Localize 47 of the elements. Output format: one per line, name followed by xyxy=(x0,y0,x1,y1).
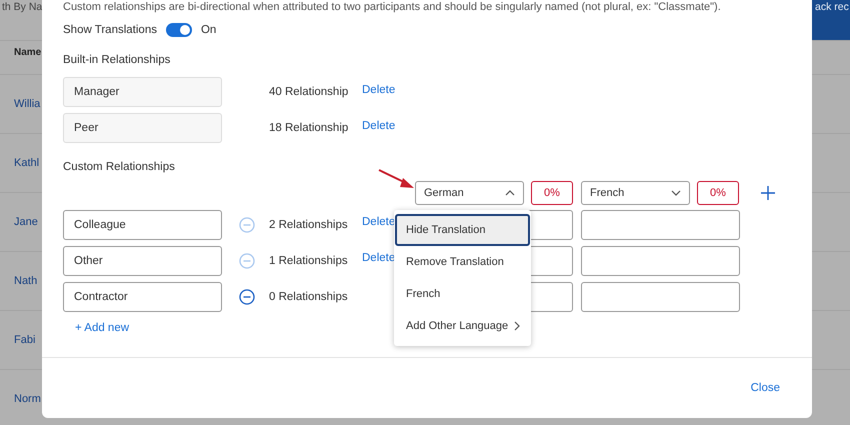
section-title: Built-in Relationships xyxy=(63,54,172,66)
add-icon[interactable] xyxy=(761,186,775,200)
close-link[interactable]: Close xyxy=(750,382,780,394)
menu-item[interactable]: French xyxy=(395,278,530,310)
translation-field[interactable] xyxy=(581,210,740,240)
relationship-name[interactable]: Contractor xyxy=(63,282,222,312)
relationship-count: 2 Relationships xyxy=(269,219,349,231)
progress-badge: 0% xyxy=(531,181,573,205)
toggle-state: On xyxy=(200,24,216,36)
delete-link[interactable]: Delete xyxy=(362,84,415,96)
chevron-icon xyxy=(514,321,520,331)
delete-link[interactable]: Delete xyxy=(362,252,396,264)
name-link[interactable]: Fabi xyxy=(14,334,36,346)
remove-icon[interactable] xyxy=(239,289,255,305)
header-button[interactable]: ack rec xyxy=(812,0,850,40)
relationship-count: 0 Relationships xyxy=(269,291,349,303)
delete-link[interactable]: Delete xyxy=(362,216,396,228)
delete-link[interactable]: Delete xyxy=(362,120,415,132)
relationship-count: 18 Relationship xyxy=(269,122,350,134)
name-link[interactable]: Kathl xyxy=(14,157,40,169)
translation-field[interactable] xyxy=(581,246,740,276)
menu-item[interactable]: Hide Translation xyxy=(395,214,530,246)
language-select[interactable]: French xyxy=(581,181,690,205)
add-new-link[interactable]: + Add new xyxy=(75,322,130,334)
relationship-count: 1 Relationships xyxy=(269,255,349,267)
name-link[interactable]: Nath xyxy=(14,275,38,287)
toggle-label: Show Translations xyxy=(63,24,157,36)
relationship-name[interactable]: Other xyxy=(63,246,222,276)
name-link[interactable]: Jane xyxy=(14,216,38,228)
relationship-name: Peer xyxy=(63,113,222,143)
translation-field[interactable] xyxy=(581,282,740,312)
menu-item[interactable]: Remove Translation xyxy=(395,246,530,278)
relationship-count: 40 Relationship xyxy=(269,86,350,98)
caret-icon xyxy=(671,190,681,196)
column-header: Name xyxy=(14,47,42,58)
menu-item[interactable]: Add Other Language xyxy=(395,310,530,342)
translations-toggle[interactable] xyxy=(166,23,192,37)
intro-text: Custom relationships are bi-directional when attributed to two participants and should be singularly named (not plural, ex: "Classmate"). xyxy=(63,1,722,13)
search-label: th By Na xyxy=(1,0,42,13)
section-title: Custom Relationships xyxy=(63,161,176,173)
relationship-name[interactable]: Colleague xyxy=(63,210,222,240)
name-link[interactable]: Willia xyxy=(14,98,40,110)
progress-badge: 0% xyxy=(697,181,739,205)
relationship-name: Manager xyxy=(63,77,222,107)
language-select[interactable]: German xyxy=(415,181,524,205)
name-link[interactable]: Norm xyxy=(14,393,41,405)
caret-icon xyxy=(505,190,515,196)
